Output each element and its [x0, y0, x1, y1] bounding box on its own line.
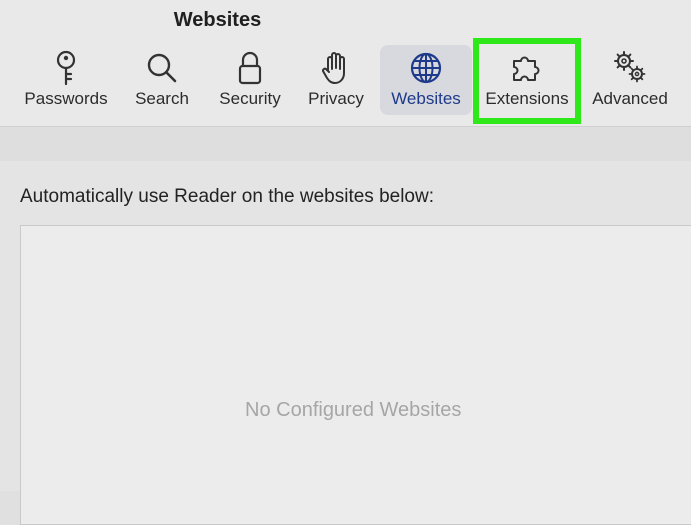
- tab-label: Websites: [391, 89, 461, 108]
- configured-websites-list[interactable]: [20, 225, 691, 525]
- tab-label: Advanced: [592, 89, 668, 108]
- lock-icon: [231, 49, 269, 87]
- magnifier-icon: [143, 49, 181, 87]
- reader-description: Automatically use Reader on the websites…: [20, 186, 435, 207]
- empty-list-message: No Configured Websites: [245, 399, 462, 421]
- tab-advanced[interactable]: Advanced: [585, 45, 675, 115]
- tab-websites[interactable]: Websites: [380, 45, 472, 115]
- tab-label: Search: [135, 89, 189, 108]
- window-title: Websites: [173, 9, 262, 31]
- gears-icon: [611, 49, 649, 87]
- key-icon: [47, 49, 85, 87]
- tab-search[interactable]: Search: [127, 45, 197, 115]
- tab-extensions[interactable]: Extensions: [479, 45, 575, 115]
- tab-label: Passwords: [24, 89, 108, 108]
- tab-privacy[interactable]: Privacy: [300, 45, 372, 115]
- puzzle-icon: [508, 49, 546, 87]
- toolbar-separator: [0, 127, 691, 161]
- preferences-toolbar: Websites Passwords Search Security Priva…: [0, 0, 691, 127]
- tab-passwords[interactable]: Passwords: [17, 45, 115, 115]
- tab-label: Security: [219, 89, 281, 108]
- hand-icon: [317, 49, 355, 87]
- tab-security[interactable]: Security: [208, 45, 292, 115]
- tab-label: Privacy: [308, 89, 364, 108]
- globe-icon: [407, 49, 445, 87]
- websites-pane: Automatically use Reader on the websites…: [0, 161, 691, 525]
- tab-label: Extensions: [485, 89, 569, 108]
